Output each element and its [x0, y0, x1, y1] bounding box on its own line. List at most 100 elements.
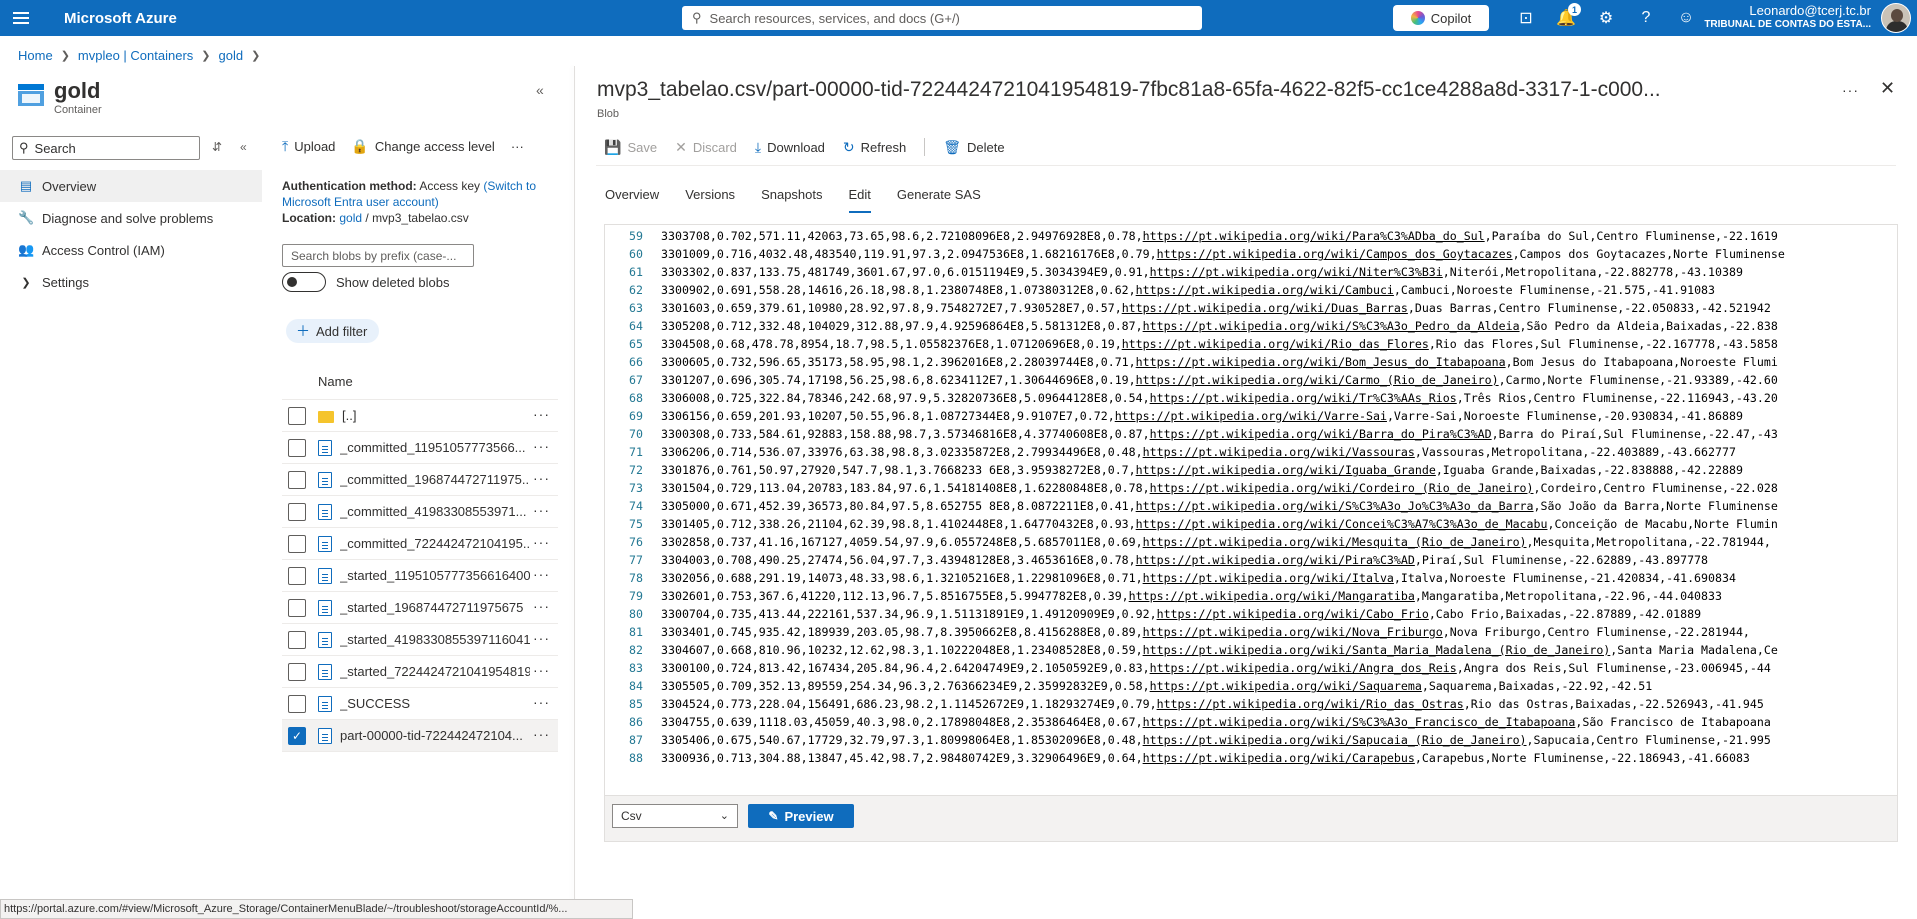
- blob-row[interactable]: _SUCCESS ···: [282, 688, 558, 720]
- row-checkbox[interactable]: [288, 470, 306, 489]
- nav-item-overview[interactable]: ▤ Overview: [0, 170, 262, 202]
- editor-line[interactable]: 60 3301009,0.716,4032.48,483540,119.91,97…: [605, 245, 1785, 263]
- editor-line[interactable]: 59 3303708,0.702,571.11,42063,73.65,98.6,…: [605, 227, 1778, 245]
- editor-line[interactable]: 73 3301504,0.729,113.04,20783,183.84,97.6…: [605, 479, 1778, 497]
- sort-icon[interactable]: ⇵: [212, 140, 222, 154]
- row-checkbox[interactable]: ✓: [288, 726, 306, 745]
- editor-line[interactable]: 75 3301405,0.712,338.26,21104,62.39,98.8,…: [605, 515, 1778, 533]
- row-checkbox[interactable]: [288, 406, 306, 425]
- blob-name[interactable]: _committed_11951057773566...: [340, 440, 530, 455]
- editor-line[interactable]: 66 3300605,0.732,596.65,35173,58.95,98.1,…: [605, 353, 1778, 371]
- copilot-button[interactable]: Copilot: [1393, 5, 1489, 31]
- code-editor[interactable]: 59 3303708,0.702,571.11,42063,73.65,98.6,…: [604, 224, 1898, 796]
- blob-name[interactable]: _started_1195105777356616400: [340, 568, 530, 583]
- editor-line[interactable]: 62 3300902,0.691,558.28,14616,26.18,98.8,…: [605, 281, 1715, 299]
- blob-row[interactable]: _committed_196874472711975... ···: [282, 464, 558, 496]
- more-options-icon[interactable]: ···: [511, 139, 524, 154]
- blob-row[interactable]: _committed_41983308553971... ···: [282, 496, 558, 528]
- collapse-pane-icon[interactable]: «: [536, 82, 544, 98]
- row-more-icon[interactable]: ···: [533, 471, 550, 485]
- blob-name[interactable]: _started_7224424721041954819: [340, 664, 530, 679]
- account-info[interactable]: Leonardo@tcerj.tc.br TRIBUNAL DE CONTAS …: [1704, 4, 1871, 32]
- row-checkbox[interactable]: [288, 630, 306, 649]
- avatar[interactable]: [1881, 3, 1911, 33]
- editor-line[interactable]: 88 3300936,0.713,304.88,13847,45.42,98.7,…: [605, 749, 1750, 767]
- help-icon[interactable]: ?: [1626, 0, 1666, 36]
- row-more-icon[interactable]: ···: [533, 439, 550, 453]
- breadcrumb-gold[interactable]: gold: [219, 48, 244, 63]
- row-checkbox[interactable]: [288, 598, 306, 617]
- blob-row[interactable]: _committed_11951057773566... ···: [282, 432, 558, 464]
- row-more-icon[interactable]: ···: [533, 695, 550, 709]
- row-more-icon[interactable]: ···: [533, 727, 550, 741]
- nav-item-diagnose[interactable]: 🔧 Diagnose and solve problems: [0, 202, 262, 234]
- editor-line[interactable]: 63 3301603,0.659,379.61,10980,28.92,97.8,…: [605, 299, 1771, 317]
- blob-name[interactable]: _started_4198330855397116041: [340, 632, 530, 647]
- row-checkbox[interactable]: [288, 662, 306, 681]
- editor-line[interactable]: 81 3303401,0.745,935.42,189939,203.05,98.…: [605, 623, 1750, 641]
- add-filter-button[interactable]: ＋ Add filter: [286, 319, 380, 343]
- blob-name[interactable]: _started_196874472711975675: [340, 600, 530, 615]
- editor-line[interactable]: 86 3304755,0.639,1118.03,45059,40.3,98.0,…: [605, 713, 1771, 731]
- menu-icon[interactable]: [0, 0, 42, 36]
- row-more-icon[interactable]: ···: [533, 631, 550, 645]
- editor-line[interactable]: 78 3302056,0.688,291.19,14073,48.33,98.6,…: [605, 569, 1736, 587]
- row-more-icon[interactable]: ···: [533, 503, 550, 517]
- blob-row[interactable]: ✓ part-00000-tid-722442472104... ···: [282, 720, 558, 752]
- editor-line[interactable]: 83 3300100,0.724,813.42,167434,205.84,96.…: [605, 659, 1771, 677]
- blob-name[interactable]: [..]: [342, 408, 532, 423]
- delete-button[interactable]: 🗑 Delete: [943, 139, 1004, 156]
- blob-row[interactable]: [..] ···: [282, 400, 558, 432]
- refresh-button[interactable]: ↻ Refresh: [843, 139, 906, 156]
- blob-row[interactable]: _started_1195105777356616400 ···: [282, 560, 558, 592]
- format-select[interactable]: Csv ⌄: [612, 804, 738, 828]
- breadcrumb-home[interactable]: Home: [18, 48, 53, 63]
- blob-prefix-search-input[interactable]: Search blobs by prefix (case-...: [282, 244, 474, 267]
- nav-item-iam[interactable]: 👥 Access Control (IAM): [0, 234, 262, 266]
- tab-generate-sas[interactable]: Generate SAS: [897, 187, 981, 211]
- feedback-icon[interactable]: ☺: [1666, 0, 1706, 36]
- notifications-icon[interactable]: 🔔 1: [1546, 0, 1586, 36]
- discard-button[interactable]: ✕ Discard: [675, 139, 737, 156]
- close-icon[interactable]: ✕: [1880, 78, 1895, 99]
- row-more-icon[interactable]: ···: [533, 663, 550, 677]
- editor-line[interactable]: 77 3304003,0.708,490.25,27474,56.04,97.7,…: [605, 551, 1708, 569]
- row-checkbox[interactable]: [288, 502, 306, 521]
- nav-search-input[interactable]: ⚲ Search: [12, 136, 200, 160]
- editor-line[interactable]: 82 3304607,0.668,810.96,10232,12.62,98.3,…: [605, 641, 1778, 659]
- cloud-shell-icon[interactable]: ⊡: [1506, 0, 1546, 36]
- row-more-icon[interactable]: ···: [533, 599, 550, 613]
- blob-name[interactable]: _committed_196874472711975...: [340, 472, 530, 487]
- blob-row[interactable]: _committed_722442472104195... ···: [282, 528, 558, 560]
- editor-line[interactable]: 64 3305208,0.712,332.48,104029,312.88,97.…: [605, 317, 1778, 335]
- editor-line[interactable]: 61 3303302,0.837,133.75,481749,3601.67,97…: [605, 263, 1743, 281]
- row-more-icon[interactable]: ···: [533, 535, 550, 549]
- editor-line[interactable]: 68 3306008,0.725,322.84,78346,242.68,97.9…: [605, 389, 1778, 407]
- editor-line[interactable]: 74 3305000,0.671,452.39,36573,80.84,97.5,…: [605, 497, 1778, 515]
- nav-item-settings[interactable]: ❯ Settings: [0, 266, 262, 298]
- editor-line[interactable]: 76 3302858,0.737,41.16,167127,4059.54,97.…: [605, 533, 1771, 551]
- blob-name[interactable]: _committed_722442472104195...: [340, 536, 530, 551]
- editor-line[interactable]: 85 3304524,0.773,228.04,156491,686.23,98.…: [605, 695, 1764, 713]
- change-access-level-button[interactable]: 🔒 Change access level: [351, 138, 494, 155]
- row-checkbox[interactable]: [288, 694, 306, 713]
- blob-name[interactable]: _committed_41983308553971...: [340, 504, 530, 519]
- editor-line[interactable]: 87 3305406,0.675,540.67,17729,32.79,97.3,…: [605, 731, 1771, 749]
- preview-button[interactable]: ✎ Preview: [748, 804, 854, 828]
- row-checkbox[interactable]: [288, 566, 306, 585]
- blob-row[interactable]: _started_7224424721041954819 ···: [282, 656, 558, 688]
- blob-row[interactable]: _started_196874472711975675 ···: [282, 592, 558, 624]
- editor-line[interactable]: 72 3301876,0.761,50.97,27920,547.7,98.1,3…: [605, 461, 1743, 479]
- row-more-icon[interactable]: ···: [533, 567, 550, 581]
- tab-snapshots[interactable]: Snapshots: [761, 187, 822, 211]
- editor-line[interactable]: 67 3301207,0.696,305.74,17198,56.25,98.6,…: [605, 371, 1778, 389]
- editor-line[interactable]: 80 3300704,0.735,413.44,222161,537.34,96.…: [605, 605, 1701, 623]
- editor-line[interactable]: 79 3302601,0.753,367.6,41220,112.13,96.7,…: [605, 587, 1722, 605]
- save-button[interactable]: 💾 Save: [604, 139, 657, 156]
- column-name[interactable]: Name: [318, 374, 353, 389]
- settings-gear-icon[interactable]: ⚙: [1586, 0, 1626, 36]
- editor-line[interactable]: 71 3306206,0.714,536.07,33976,63.38,98.8,…: [605, 443, 1736, 461]
- brand-title[interactable]: Microsoft Azure: [64, 10, 177, 27]
- breadcrumb-containers[interactable]: mvpleo | Containers: [78, 48, 193, 63]
- editor-line[interactable]: 84 3305505,0.709,352.13,89559,254.34,96.3…: [605, 677, 1652, 695]
